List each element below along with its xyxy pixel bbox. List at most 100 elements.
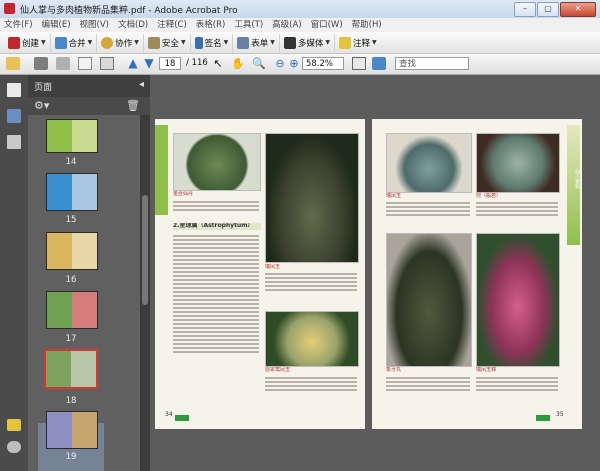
page-footer-bar [175,415,189,421]
bookmarks-panel-icon[interactable] [7,109,21,123]
find-input[interactable]: 查找 [395,57,469,70]
close-button[interactable]: ✕ [560,2,596,17]
chevron-down-icon: ▼ [223,39,229,46]
next-page-icon[interactable]: ▼ [142,57,156,70]
minimize-button[interactable]: – [514,2,536,17]
menu-view[interactable]: 视图(V) [80,18,109,32]
page-number: 35 [556,411,564,418]
menu-forms[interactable]: 表格(R) [196,18,226,32]
body-text [476,200,558,228]
menu-advanced[interactable]: 高级(A) [272,18,301,32]
email-icon[interactable] [78,57,92,70]
thumbnail-right-page [71,351,96,387]
right-page: 瑞凤玉 兜（般若） 象牙丸 瑞凤玉锦 仙人掌科 35 [372,119,582,429]
page-footer-bar [536,415,550,421]
pages-panel: 页面 ◂ ⚙▾ 🗑 14 15 16 17 18 19 [28,75,150,471]
cactus-photo [386,233,472,367]
zoom-out-icon[interactable]: ⊖ [273,57,287,70]
menu-edit[interactable]: 编辑(E) [42,18,71,32]
hand-tool-icon[interactable]: ✋ [231,57,245,70]
menu-file[interactable]: 文件(F) [4,18,33,32]
photo-caption: 恩冢鸾凤玉 [265,367,291,373]
menu-comments[interactable]: 注释(C) [157,18,187,32]
page-number-input[interactable]: 18 [159,57,181,70]
select-cursor-icon[interactable]: ↖ [211,57,225,70]
side-tab-label: 仙人掌科 [574,169,580,189]
forms-button[interactable]: 表单 ▼ [233,33,280,52]
thumbnail-left-page [46,351,71,387]
page-thumbnails: 14 15 16 17 18 19 [28,115,140,471]
menu-help[interactable]: 帮助(H) [352,18,382,32]
comment-label: 注释 [352,38,370,49]
menu-bar: 文件(F) 编辑(E) 视图(V) 文档(D) 注释(C) 表格(R) 工具(T… [0,18,600,32]
cactus-photo [173,133,261,191]
body-text [265,271,357,307]
navigation-pane-strip [0,75,28,471]
page-number: 34 [165,411,173,418]
previous-page-icon[interactable]: ▲ [126,57,140,70]
page-count: / 116 [186,58,208,68]
page-thumbnail-14[interactable] [46,119,98,153]
cactus-photo [386,133,472,193]
comments-icon[interactable] [7,419,21,431]
maximize-button[interactable]: ▢ [537,2,559,17]
signatures-panel-icon[interactable] [7,135,21,149]
save-icon[interactable] [56,57,70,70]
full-screen-icon[interactable] [372,57,386,70]
photo-caption: 兜（般若） [476,193,502,199]
combine-button[interactable]: 合并 ▼ [51,33,98,52]
page-thumbnail-label: 15 [65,215,77,225]
sign-button[interactable]: 签名 ▼ [191,33,234,52]
page-thumbnail-18[interactable] [44,349,98,389]
menu-document[interactable]: 文档(D) [118,18,148,32]
zoom-in-icon[interactable]: ⊕ [287,57,301,70]
body-text [386,375,470,405]
collaborate-button[interactable]: 协作 ▼ [97,33,144,52]
body-text [476,375,558,405]
chevron-down-icon: ▼ [41,39,46,46]
page-thumbnail-label: 14 [65,157,77,167]
photo-caption: 瑞凤玉锦 [476,367,497,373]
zoom-tool-icon[interactable]: 🔍 [252,57,266,70]
page-thumbnail-16[interactable] [46,232,98,270]
page-thumbnail-19[interactable] [46,411,98,449]
pages-panel-title: 页面 [34,83,53,93]
page-layout-icon[interactable] [100,57,114,70]
combine-icon [54,36,67,49]
thumbnail-right-page [72,233,97,269]
document-view[interactable]: 金丝仙丹 2.星球属（Astrophytum） 瑞凤玉 恩冢鸾凤玉 34 瑞凤玉 [150,75,600,471]
comment-button[interactable]: 注释 ▼ [335,34,381,52]
page-thumbnail-15[interactable] [46,173,98,211]
body-text [265,375,357,405]
attachments-icon[interactable] [7,441,21,453]
combine-label: 合并 [68,38,86,49]
menu-window[interactable]: 窗口(W) [311,18,343,32]
section-heading: 2.星球属（Astrophytum） [173,223,261,230]
delete-page-icon[interactable]: 🗑 [126,99,140,112]
thumbnail-left-page [47,120,72,152]
body-text [173,233,259,403]
page-thumbnail-17[interactable] [46,291,98,329]
thumbnail-right-page [72,292,97,328]
thumbnail-scrollbar[interactable] [140,115,150,471]
chevron-down-icon: ▼ [87,39,93,46]
page-thumbnail-label: 19 [65,452,77,462]
pages-panel-icon[interactable] [7,83,21,97]
open-folder-icon[interactable] [6,57,20,70]
secure-button[interactable]: 安全 ▼ [144,33,191,52]
close-panel-icon[interactable]: ◂ [139,79,144,90]
create-pdf-icon [8,36,20,49]
create-button[interactable]: 创建 ▼ [4,33,51,52]
left-page: 金丝仙丹 2.星球属（Astrophytum） 瑞凤玉 恩冢鸾凤玉 34 [155,119,365,429]
menu-tools[interactable]: 工具(T) [234,18,263,32]
page-thumbnail-label: 16 [65,275,77,285]
acrobat-app-icon [4,3,15,14]
options-gear-icon[interactable]: ⚙▾ [34,99,49,112]
print-icon[interactable] [34,57,48,70]
pages-panel-header: 页面 ◂ [28,75,150,97]
zoom-level-input[interactable]: 58.2% [302,57,344,70]
multimedia-button[interactable]: 多媒体 ▼ [280,33,335,52]
photo-caption: 瑞凤玉 [265,264,281,270]
fit-page-icon[interactable] [352,57,366,70]
scrollbar-thumb[interactable] [142,195,148,305]
